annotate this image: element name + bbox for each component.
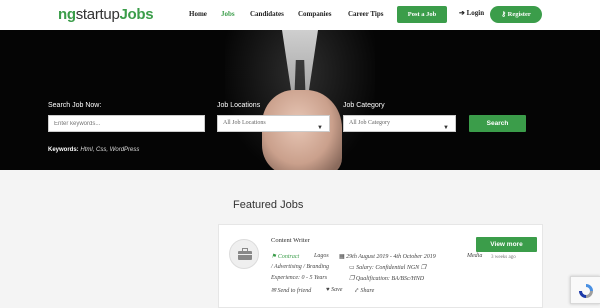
job-locations-label: Job Locations bbox=[217, 102, 261, 109]
nav-home[interactable]: Home bbox=[189, 10, 207, 18]
key-icon: ⚷ bbox=[501, 11, 507, 18]
save-link[interactable]: ♥ Save bbox=[326, 287, 342, 293]
job-salary-label: Salary: Confidential NGN bbox=[356, 265, 420, 271]
chevron-down-icon: ▼ bbox=[443, 125, 449, 131]
login-link[interactable]: ➔ Login bbox=[459, 9, 484, 17]
nav-companies[interactable]: Companies bbox=[298, 10, 331, 18]
job-dates: ▦ 29th August 2019 - 4th October 2019 bbox=[339, 253, 436, 260]
job-category-a: Media bbox=[467, 253, 483, 259]
site-header: ngstartupJobs Home Jobs Candidates Compa… bbox=[0, 0, 600, 30]
recaptcha-badge[interactable] bbox=[570, 276, 600, 304]
nav-candidates[interactable]: Candidates bbox=[250, 10, 284, 18]
briefcase-icon bbox=[229, 239, 259, 269]
job-qualification-label: Qualification: BA/BSc/HND bbox=[355, 276, 425, 282]
keyword-input[interactable] bbox=[48, 115, 205, 132]
share-link[interactable]: ⤤ Share bbox=[354, 287, 374, 294]
logo-part-jobs: Jobs bbox=[119, 6, 154, 23]
job-location: Lagos bbox=[314, 253, 329, 259]
flag-icon: ⚑ bbox=[271, 254, 277, 260]
job-category-label: Job Category bbox=[343, 102, 385, 109]
heart-icon: ♥ bbox=[326, 287, 330, 293]
keywords-value: Html, Css, WordPress bbox=[80, 147, 140, 153]
chevron-down-icon: ▼ bbox=[317, 125, 323, 131]
job-card: Content Writer ⚑ Contract Lagos ▦ 29th A… bbox=[218, 224, 543, 308]
login-label: Login bbox=[466, 9, 485, 17]
hero-banner: Search Job Now: Job Locations All Job Lo… bbox=[0, 30, 600, 170]
logo-part-ng: ng bbox=[58, 6, 76, 23]
keywords-hint: Keywords: Html, Css, WordPress bbox=[48, 147, 139, 153]
job-type: ⚑ Contract bbox=[271, 253, 299, 260]
share-icon: ⤤ bbox=[354, 288, 360, 294]
money-icon: ▭ bbox=[349, 265, 355, 271]
share-label: Share bbox=[360, 288, 375, 294]
location-select-value: All Job Locations bbox=[223, 120, 266, 126]
view-more-button[interactable]: View more bbox=[476, 237, 537, 252]
job-qualification: ❐ Qualification: BA/BSc/HND bbox=[349, 275, 424, 282]
category-select-value: All Job Category bbox=[349, 120, 390, 126]
nav-jobs[interactable]: Jobs bbox=[221, 10, 235, 18]
search-job-label: Search Job Now: bbox=[48, 102, 102, 109]
login-icon: ➔ bbox=[459, 9, 465, 17]
featured-jobs-title: Featured Jobs bbox=[233, 199, 304, 211]
job-dates-label: 29th August 2019 - 4th October 2019 bbox=[346, 254, 436, 260]
copy-icon: ❐ bbox=[420, 265, 427, 271]
category-select[interactable]: All Job Category ▼ bbox=[343, 115, 456, 132]
search-button[interactable]: Search bbox=[469, 115, 526, 132]
mail-icon: ✉ bbox=[271, 288, 277, 294]
site-logo[interactable]: ngstartupJobs bbox=[58, 6, 154, 23]
logo-part-startup: startup bbox=[75, 6, 120, 23]
job-title[interactable]: Content Writer bbox=[271, 237, 310, 244]
nav-career-tips[interactable]: Career Tips bbox=[348, 10, 383, 18]
save-label: Save bbox=[331, 287, 343, 293]
job-category-b: / Advertising / Branding bbox=[271, 264, 330, 270]
send-to-friend-link[interactable]: ✉ Send to friend bbox=[271, 287, 311, 294]
post-job-button[interactable]: Post a Job bbox=[397, 6, 447, 23]
job-type-label: Contract bbox=[277, 254, 300, 260]
send-to-friend-label: Send to friend bbox=[277, 288, 312, 294]
posted-time: 3 weeks ago bbox=[491, 255, 516, 260]
keywords-label: Keywords: bbox=[48, 147, 79, 153]
qualification-icon: ❐ bbox=[349, 276, 355, 282]
calendar-icon: ▦ bbox=[339, 254, 345, 260]
recaptcha-icon bbox=[579, 284, 593, 298]
register-label: Register bbox=[507, 11, 531, 18]
job-salary: ▭ Salary: Confidential NGN ❐ bbox=[349, 264, 426, 271]
location-select[interactable]: All Job Locations ▼ bbox=[217, 115, 330, 132]
register-button[interactable]: ⚷ Register bbox=[490, 6, 542, 23]
job-experience: Experience: 0 - 5 Years bbox=[271, 275, 328, 281]
